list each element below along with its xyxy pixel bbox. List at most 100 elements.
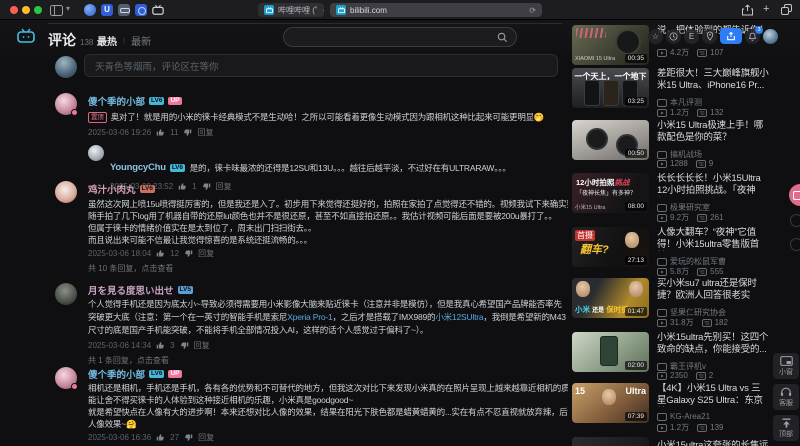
video-card[interactable]: 小米 还是 保时捷? 01:47 买小米su7 ultra还是保时捷？欧洲人回答… (571, 278, 769, 330)
username[interactable]: 月を見る度思い出せ (88, 283, 174, 297)
bilibili-page: 评论 138 最热 | 最新 天青色等烟雨，评论区在等你 傻个季的小部 LV6 … (0, 20, 800, 446)
dislike-icon[interactable] (180, 341, 189, 350)
avatar[interactable] (88, 145, 104, 161)
like-icon[interactable] (156, 433, 165, 442)
dislike-icon[interactable] (184, 433, 193, 442)
search-input[interactable] (283, 27, 517, 47)
video-thumbnail[interactable]: 一个天上，一个地下 03:25 (572, 68, 649, 108)
extension-tv-icon[interactable] (152, 4, 164, 16)
floating-circle-button[interactable] (790, 214, 800, 227)
notification-bell-icon[interactable]: 3 (745, 25, 763, 44)
video-title[interactable]: 买小米su7 ultra还是保时捷？欧洲人回答很老实 (657, 278, 769, 302)
minimize-window-button[interactable] (22, 6, 30, 14)
promo-floating-badge[interactable] (789, 184, 800, 206)
video-title[interactable]: 小米15 Ultra极速上手！哪款配色是你的菜？ (657, 120, 769, 144)
sort-hot-tab[interactable]: 最热 (97, 33, 117, 48)
username[interactable]: 傻个季的小部 (88, 367, 145, 381)
video-card[interactable]: 小米15ultra这夸张的长焦远 (571, 437, 769, 446)
my-avatar[interactable] (55, 56, 77, 78)
zoom-window-button[interactable] (34, 6, 42, 14)
like-icon[interactable] (156, 249, 165, 258)
thumbnail-phone (584, 80, 600, 106)
video-thumbnail[interactable]: 12小时拍照挑战 「夜神长焦」有多神？ 小米15 Ultra 08:00 (572, 173, 649, 213)
video-title[interactable]: 小米15ultra先别买！这四个致命的缺点，你能接受的... (657, 332, 769, 356)
level-badge: LV6 (139, 184, 155, 193)
close-window-button[interactable] (10, 6, 18, 14)
video-card[interactable]: 一个天上，一个地下 03:25 差距很大！三大巅峰旗舰小米15 Ultra、iP… (571, 68, 769, 120)
video-title[interactable]: 人像大翻车？“夜神”它值得！小米15ultra零售版首拍... (657, 227, 769, 251)
extension-circle-icon[interactable] (135, 4, 147, 16)
video-title[interactable]: 【4K】小米15 Ultra vs 三星Galaxy S25 Ultra：东京拍… (657, 383, 769, 407)
location-pin-icon[interactable] (702, 28, 717, 44)
video-card[interactable]: 00:50 小米15 Ultra极速上手！哪款配色是你的菜？ 搞机战场 1288… (571, 120, 769, 172)
username[interactable]: 傻个季的小部 (88, 94, 145, 108)
video-card[interactable]: 首摄 翻车? 27:13 人像大翻车？“夜神”它值得！小米15ultra零售版首… (571, 227, 769, 279)
video-card[interactable]: 12小时拍照挑战 「夜神长焦」有多神？ 小米15 Ultra 08:00 长长长… (571, 173, 769, 225)
new-tab-icon[interactable]: + (763, 4, 769, 15)
e-badge-icon[interactable]: E (684, 28, 699, 44)
view-count: 31.8万 (670, 318, 694, 327)
like-icon[interactable] (156, 128, 165, 137)
avatar[interactable] (55, 283, 77, 305)
share-page-icon[interactable] (742, 4, 753, 16)
reply-button[interactable]: 回复 (197, 127, 213, 138)
sort-new-tab[interactable]: 最新 (131, 33, 151, 48)
reply-button[interactable]: 回复 (198, 248, 214, 259)
video-thumbnail[interactable]: 00:50 (572, 120, 649, 160)
username[interactable]: YoungcyChu (110, 162, 166, 174)
uploader-name[interactable]: KG-Area21 (670, 412, 710, 421)
video-title[interactable]: 长长长长长！小米15Ultra 12小时拍照挑战。「夜神长... (657, 173, 769, 197)
extension-glasses-icon[interactable] (118, 4, 130, 16)
view-replies-link[interactable]: 共 1 条回复，点击查看 (88, 355, 562, 365)
reply-button[interactable]: 回复 (198, 432, 214, 443)
thumbnail-caption: Ultra (625, 386, 646, 396)
sidebar-chevron-icon[interactable]: ▾ (66, 4, 70, 13)
video-title[interactable]: 小米15ultra这夸张的长焦远 (657, 440, 769, 446)
like-icon[interactable] (156, 341, 165, 350)
comment-date: 2025-03-06 18:04 (88, 249, 152, 258)
tab-bilibili[interactable]: 哔哩哔哩 (゜-゜)... (258, 3, 324, 17)
inline-link[interactable]: Xperia Pro-1 (287, 312, 333, 322)
inline-link[interactable]: 小米12SUltra (435, 312, 483, 322)
share-button[interactable] (720, 28, 742, 44)
back-to-top-button[interactable]: 顶部 (773, 415, 799, 441)
view-replies-link[interactable]: 共 10 条回复，点击查看 (88, 263, 562, 273)
profile-avatar[interactable] (763, 28, 778, 44)
search-icon[interactable] (497, 32, 508, 43)
avatar[interactable] (55, 367, 78, 390)
video-card[interactable]: 15 Ultra 07:39 【4K】小米15 Ultra vs 三星Galax… (571, 383, 769, 435)
video-thumbnail[interactable]: 小米 还是 保时捷? 01:47 (572, 278, 649, 318)
favorite-star-icon[interactable]: ☆ (648, 28, 663, 44)
comment-input[interactable]: 天青色等烟雨，评论区在等你 (84, 54, 558, 77)
username[interactable]: 鸡汁小肉丸 (88, 182, 136, 196)
video-title[interactable]: 差距很大！三大巅峰旗舰小米15 Ultra、iPhone16 Pr... (657, 68, 769, 92)
video-thumbnail[interactable]: 02:00 (572, 332, 649, 372)
thumbnail-caption: 翻车? (580, 244, 609, 256)
video-thumbnail[interactable] (572, 437, 649, 446)
video-duration: 03:25 (624, 97, 647, 106)
reply-button[interactable]: 回复 (194, 340, 210, 351)
sidebar-toggle-icon[interactable] (50, 4, 63, 16)
avatar[interactable] (55, 181, 77, 203)
like-count: 12 (170, 249, 180, 258)
video-thumbnail[interactable]: 首摄 翻车? 27:13 (572, 227, 649, 267)
floating-circle-button[interactable] (790, 238, 800, 251)
thumbnail-caption: 小米 (575, 305, 590, 314)
customer-service-button[interactable]: 客服 (773, 384, 799, 410)
video-card[interactable]: 02:00 小米15ultra先别买！这四个致命的缺点，你能接受的... 霸王评… (571, 332, 769, 384)
tab-overview-icon[interactable] (781, 4, 792, 15)
view-count: 1.2万 (670, 423, 690, 432)
bilibili-tv-logo-icon[interactable] (17, 28, 35, 43)
history-clock-icon[interactable] (666, 28, 681, 44)
extension-u-icon[interactable]: U (101, 4, 113, 16)
dislike-icon[interactable] (184, 249, 193, 258)
dislike-icon[interactable] (183, 128, 192, 137)
reload-icon[interactable]: ⟳ (529, 6, 536, 15)
mini-player-button[interactable]: 小窗 (773, 353, 799, 379)
video-thumbnail[interactable]: 15 Ultra 07:39 (572, 383, 649, 423)
address-bar[interactable]: bilibili.com ⟳ (330, 3, 542, 17)
avatar[interactable] (55, 93, 78, 116)
video-thumbnail[interactable]: XIAOMI 15 Ultra 00:35 (572, 25, 649, 65)
comment-text: 随手拍了几下log用了机器自带的还原lut颜色也并不是很还原，甚至不如直接拍还原… (88, 211, 557, 221)
extension-browser-icon[interactable] (84, 4, 96, 16)
